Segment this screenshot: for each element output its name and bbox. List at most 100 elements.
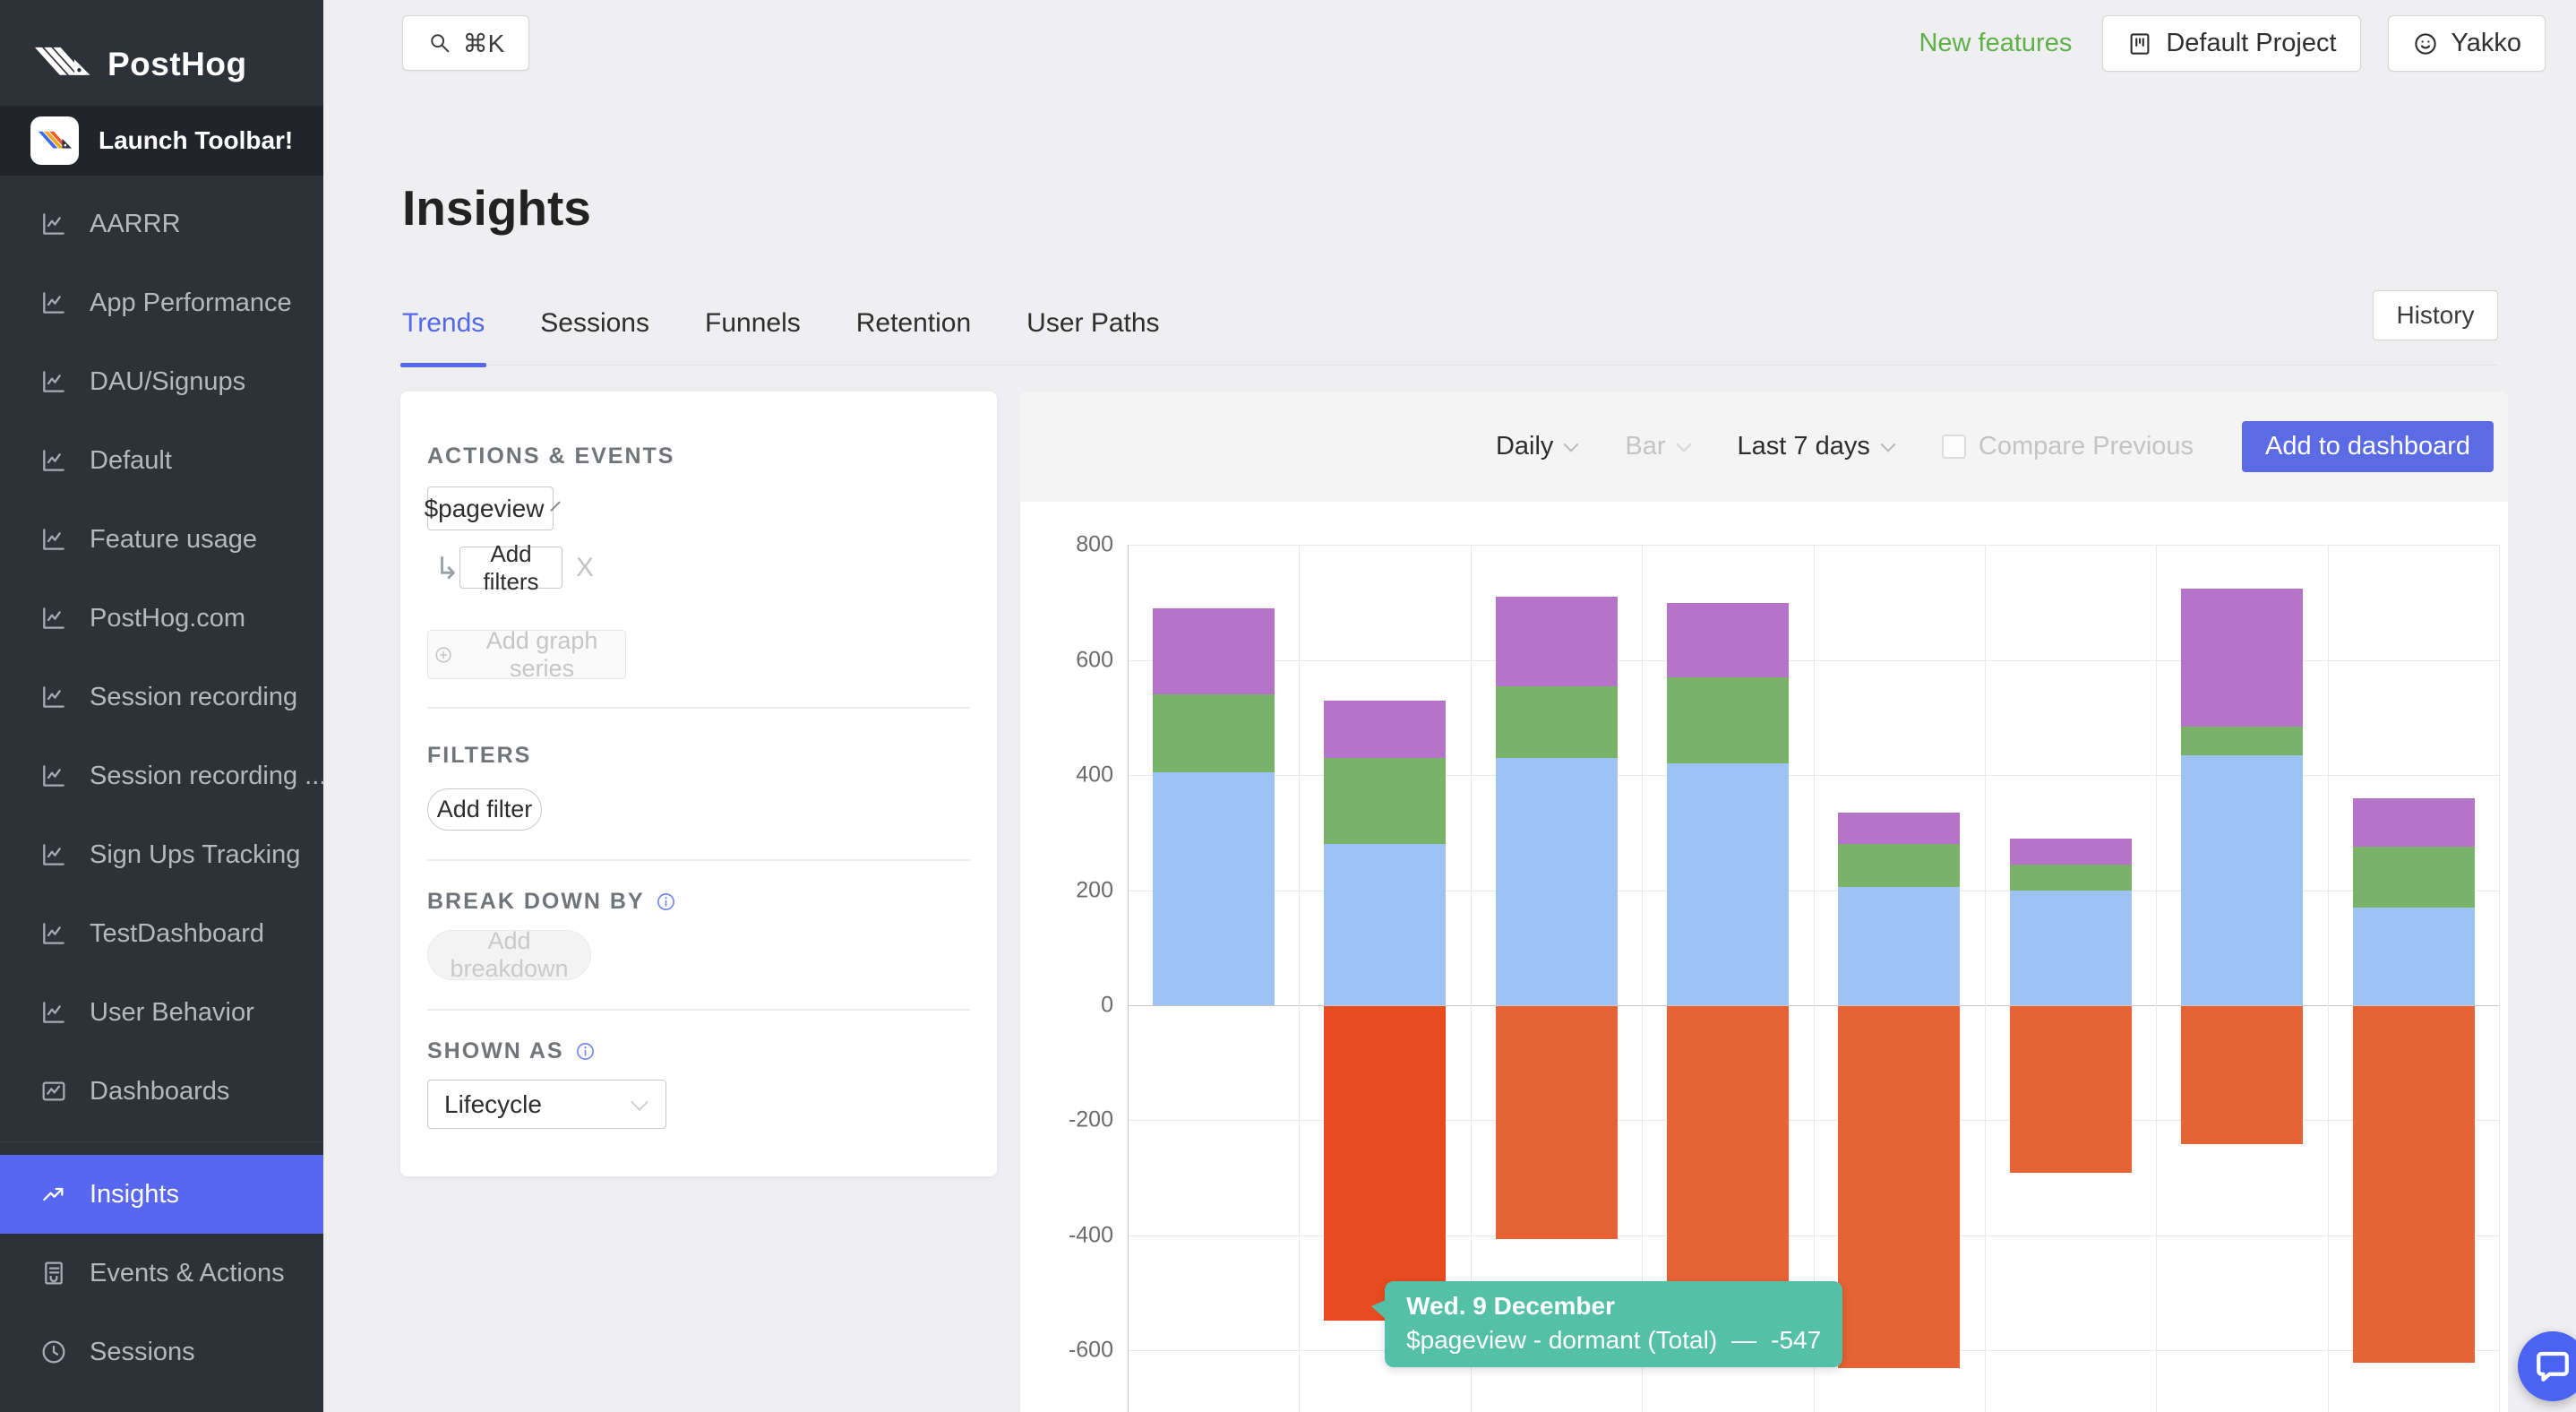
bar-1-dormant[interactable] bbox=[1324, 1006, 1446, 1321]
sidebar-item-feature-usage[interactable]: Feature usage bbox=[0, 500, 323, 579]
bar-1-resurrecting[interactable] bbox=[1324, 701, 1446, 758]
bar-6-dormant[interactable] bbox=[2181, 1006, 2303, 1144]
bar-3-new[interactable] bbox=[1667, 763, 1789, 1005]
bar-4-new[interactable] bbox=[1838, 887, 1960, 1005]
tab-funnels[interactable]: Funnels bbox=[703, 296, 803, 366]
user-avatar-icon bbox=[2412, 30, 2439, 57]
chevron-down-icon bbox=[631, 1093, 648, 1111]
bar-6-resurrecting[interactable] bbox=[2181, 589, 2303, 727]
bar-1-returning[interactable] bbox=[1324, 758, 1446, 844]
tab-retention[interactable]: Retention bbox=[854, 296, 973, 366]
y-axis-tick-label: 0 bbox=[1033, 993, 1113, 1019]
bar-3-resurrecting[interactable] bbox=[1667, 603, 1789, 677]
sidebar-item-testdashboard[interactable]: TestDashboard bbox=[0, 894, 323, 973]
interval-dropdown[interactable]: Daily bbox=[1496, 432, 1576, 461]
bar-7-dormant[interactable] bbox=[2353, 1006, 2475, 1363]
sidebar-item-insights[interactable]: Insights bbox=[0, 1155, 323, 1234]
sidebar: PostHog Launch Toolbar! AARRRApp Perform… bbox=[0, 0, 323, 1412]
sidebar-item-app-performance[interactable]: App Performance bbox=[0, 263, 323, 342]
compare-previous-checkbox[interactable] bbox=[1942, 435, 1966, 459]
bar-2-dormant[interactable] bbox=[1496, 1006, 1618, 1239]
bar-6-returning[interactable] bbox=[2181, 727, 2303, 755]
sidebar-item-aarrr[interactable]: AARRR bbox=[0, 185, 323, 263]
sidebar-item-user-behavior[interactable]: User Behavior bbox=[0, 973, 323, 1052]
user-menu-button[interactable]: Yakko bbox=[2388, 15, 2546, 72]
sidebar-item-events-actions[interactable]: Events & Actions bbox=[0, 1234, 323, 1313]
bar-4-dormant[interactable] bbox=[1838, 1006, 1960, 1368]
info-icon[interactable] bbox=[656, 891, 676, 912]
remove-series-icon[interactable]: X bbox=[576, 553, 594, 583]
date-range-dropdown[interactable]: Last 7 days bbox=[1738, 432, 1893, 461]
bar-2-new[interactable] bbox=[1496, 758, 1618, 1005]
tooltip-value: -547 bbox=[1771, 1326, 1821, 1355]
tab-user-paths[interactable]: User Paths bbox=[1025, 296, 1161, 366]
sidebar-item-sign-ups-tracking[interactable]: Sign Ups Tracking bbox=[0, 815, 323, 894]
sidebar-item-label: Insights bbox=[90, 1180, 179, 1210]
y-axis-tick-label: 600 bbox=[1033, 647, 1113, 673]
sidebar-item-default[interactable]: Default bbox=[0, 421, 323, 500]
bar-0-resurrecting[interactable] bbox=[1153, 608, 1275, 694]
interval-value: Daily bbox=[1496, 432, 1553, 461]
tooltip-notch bbox=[1371, 1299, 1387, 1321]
sidebar-item-label: Feature usage bbox=[90, 525, 257, 555]
sidebar-item-dau-signups[interactable]: DAU/Signups bbox=[0, 342, 323, 421]
bar-6-new[interactable] bbox=[2181, 755, 2303, 1005]
bar-0-new[interactable] bbox=[1153, 772, 1275, 1005]
add-graph-series-button[interactable]: Add graph series bbox=[427, 630, 626, 679]
sidebar-item-label: Session recording bbox=[90, 683, 297, 712]
y-axis-tick-label: 400 bbox=[1033, 762, 1113, 788]
launch-toolbar-button[interactable]: Launch Toolbar! bbox=[0, 106, 323, 176]
sidebar-item-sessions[interactable]: Sessions bbox=[0, 1313, 323, 1391]
plus-circle-icon bbox=[434, 643, 453, 667]
tab-trends[interactable]: Trends bbox=[400, 296, 486, 366]
bar-2-resurrecting[interactable] bbox=[1496, 597, 1618, 686]
new-features-link[interactable]: New features bbox=[1919, 29, 2072, 58]
bar-4-returning[interactable] bbox=[1838, 844, 1960, 887]
bar-7-returning[interactable] bbox=[2353, 847, 2475, 907]
bar-5-new[interactable] bbox=[2010, 891, 2132, 1005]
bar-7-resurrecting[interactable] bbox=[2353, 798, 2475, 848]
sidebar-item-posthog-com[interactable]: PostHog.com bbox=[0, 579, 323, 658]
history-button[interactable]: History bbox=[2373, 290, 2498, 340]
query-panel: ACTIONS & EVENTS $pageview ↳ Add filters… bbox=[400, 392, 997, 1176]
bar-1-new[interactable] bbox=[1324, 844, 1446, 1005]
add-filters-button[interactable]: Add filters bbox=[459, 547, 562, 589]
chart-line-icon bbox=[39, 840, 68, 869]
search-shortcut: ⌘K bbox=[463, 29, 505, 58]
compare-previous-toggle[interactable]: Compare Previous bbox=[1942, 432, 2194, 461]
sidebar-item-session-recording[interactable]: Session recording bbox=[0, 658, 323, 736]
gridline bbox=[2499, 545, 2500, 1412]
add-breakdown-button[interactable]: Add breakdown bbox=[427, 930, 591, 980]
bar-5-dormant[interactable] bbox=[2010, 1006, 2132, 1173]
add-filter-button[interactable]: Add filter bbox=[427, 788, 542, 831]
bar-4-resurrecting[interactable] bbox=[1838, 813, 1960, 844]
tooltip-date: Wed. 9 December bbox=[1406, 1292, 1821, 1321]
add-to-dashboard-button[interactable]: Add to dashboard bbox=[2242, 421, 2494, 472]
project-switcher-button[interactable]: Default Project bbox=[2102, 15, 2360, 72]
bar-5-returning[interactable] bbox=[2010, 865, 2132, 891]
info-icon[interactable] bbox=[575, 1041, 596, 1062]
bar-2-returning[interactable] bbox=[1496, 686, 1618, 758]
chart-type-dropdown[interactable]: Bar bbox=[1625, 432, 1688, 461]
tab-sessions[interactable]: Sessions bbox=[538, 296, 651, 366]
bar-0-returning[interactable] bbox=[1153, 694, 1275, 772]
sidebar-main-list: Insights Events & ActionsSessions bbox=[0, 1155, 323, 1391]
brand[interactable]: PostHog bbox=[0, 0, 323, 106]
sidebar-item-session-recording[interactable]: Session recording ... bbox=[0, 736, 323, 815]
chart-line-icon bbox=[39, 919, 68, 948]
chart-line-icon bbox=[39, 525, 68, 554]
sidebar-item-dashboards[interactable]: Dashboards bbox=[0, 1052, 323, 1131]
bar-7-new[interactable] bbox=[2353, 908, 2475, 1005]
chat-widget-button[interactable] bbox=[2518, 1331, 2576, 1401]
search-button[interactable]: ⌘K bbox=[402, 15, 529, 71]
sidebar-item-label: TestDashboard bbox=[90, 919, 264, 949]
shown-as-select[interactable]: Lifecycle bbox=[427, 1080, 666, 1129]
lifecycle-chart[interactable]: 8006004002000-200-400-600 bbox=[1020, 502, 2508, 1412]
dashboard-icon bbox=[39, 1077, 68, 1106]
bar-5-resurrecting[interactable] bbox=[2010, 839, 2132, 865]
date-range-value: Last 7 days bbox=[1738, 432, 1870, 461]
sidebar-item-label: Session recording ... bbox=[90, 762, 326, 791]
event-selector[interactable]: $pageview bbox=[427, 486, 554, 530]
bar-3-returning[interactable] bbox=[1667, 677, 1789, 763]
user-name: Yakko bbox=[2451, 29, 2521, 58]
